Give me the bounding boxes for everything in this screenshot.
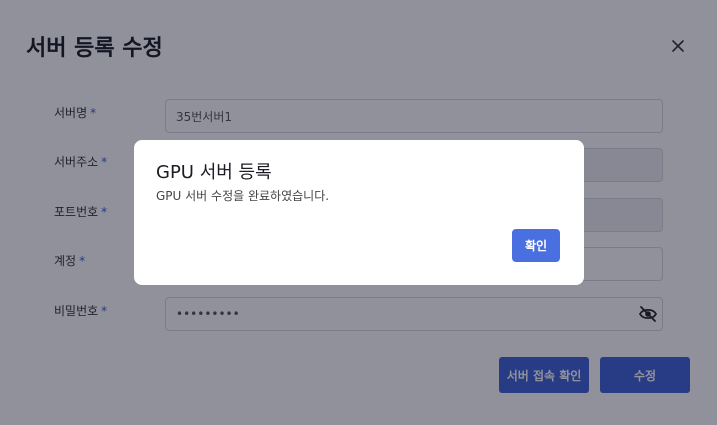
alert-dialog: GPU 서버 등록 GPU 서버 수정을 완료하였습니다. 확인 xyxy=(134,140,584,285)
confirm-button[interactable]: 확인 xyxy=(512,229,560,262)
alert-title: GPU 서버 등록 xyxy=(156,162,272,183)
alert-message: GPU 서버 수정을 완료하였습니다. xyxy=(156,189,330,203)
